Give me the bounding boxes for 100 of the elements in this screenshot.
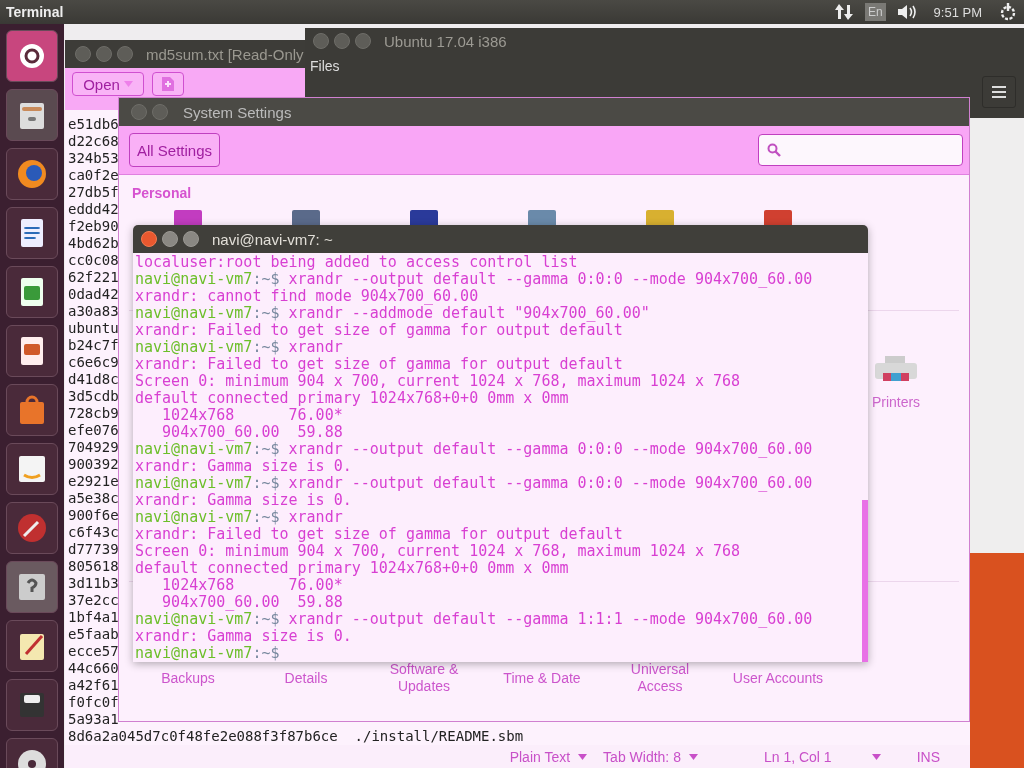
launcher-button[interactable]: [6, 325, 58, 377]
terminal-line: xrandr: cannot find mode 904x700_60.00: [135, 288, 479, 305]
terminal-line: navi@navi-vm7:~$ xrandr --output default --gamma 0:0:0 --mode 904x700_60.00: [135, 475, 813, 492]
cursor-position-selector[interactable]: Ln 1, Col 1: [755, 748, 889, 765]
text-line: cc0c08: [68, 252, 119, 269]
text-line: 37e2cc: [68, 592, 119, 609]
text-line: c6e6c9: [68, 354, 119, 371]
text-line: 1bf4a1: [68, 609, 119, 626]
launcher-button[interactable]: [6, 30, 58, 82]
text-line: f0fc0f: [68, 694, 119, 711]
new-document-icon: [160, 76, 176, 92]
power-icon[interactable]: [998, 2, 1018, 22]
menu-icon: [992, 86, 1006, 98]
insert-mode: INS: [915, 748, 941, 765]
launcher-button[interactable]: [6, 89, 58, 141]
window-title: Ubuntu 17.04 i386: [384, 32, 507, 50]
terminal-line: 1024x768 76.00*: [161, 407, 343, 424]
text-line: ecce57: [68, 643, 119, 660]
text-line: 704929: [68, 439, 119, 456]
window-title: md5sum.txt [Read-Only: [146, 45, 304, 63]
new-document-button[interactable]: [152, 72, 184, 96]
text-line: 3d11b3: [68, 575, 119, 592]
terminal-line: xrandr: Failed to get size of gamma for output default: [135, 356, 623, 373]
settings-item[interactable]: User Accounts: [730, 661, 826, 695]
launcher-button[interactable]: [6, 148, 58, 200]
text-line: b24c7f: [68, 337, 119, 354]
terminal-line: default connected primary 1024x768+0+0 0mm x 0mm: [135, 560, 569, 577]
text-line: 805618: [68, 558, 119, 575]
text-line: d22c68: [68, 133, 119, 150]
terminal-line: 1024x768 76.00*: [161, 577, 343, 594]
caret-icon: [688, 753, 698, 760]
scrollbar[interactable]: [862, 500, 868, 662]
launcher-button[interactable]: [6, 502, 58, 554]
text-line: ubuntu: [68, 320, 119, 337]
app-menu[interactable]: Files: [305, 52, 340, 74]
settings-item[interactable]: Universal Access: [612, 661, 708, 695]
text-line: efe076: [68, 422, 119, 439]
launcher-button[interactable]: [6, 443, 58, 495]
text-line: d41d8c: [68, 371, 119, 388]
terminal-line: navi@navi-vm7:~$: [135, 645, 280, 662]
terminal-line: xrandr: Gamma size is 0.: [135, 492, 352, 509]
text-line: eddd42: [68, 201, 119, 218]
text-line: 324b53: [68, 150, 119, 167]
terminal-line: navi@navi-vm7:~$ xrandr: [135, 339, 343, 356]
menu-button[interactable]: [982, 76, 1016, 108]
app-title: Terminal: [5, 4, 64, 20]
terminal-line: xrandr: Failed to get size of gamma for output default: [135, 526, 623, 543]
launcher-button[interactable]: [6, 207, 58, 259]
section-heading: Personal: [132, 185, 192, 202]
text-line: 8d6a2a045d7c0f48fe2e088f3f87b6ce ./install/README.sbm: [68, 728, 524, 745]
close-button[interactable]: [141, 231, 157, 247]
text-line: a42f61: [68, 677, 119, 694]
terminal-line: 904x700_60.00 59.88: [161, 424, 343, 441]
text-line: 27db5f: [68, 184, 119, 201]
launcher-button[interactable]: [6, 679, 58, 731]
terminal-line: xrandr: Gamma size is 0.: [135, 458, 352, 475]
text-line: d77739: [68, 541, 119, 558]
terminal-line: Screen 0: minimum 904 x 700, current 1024 x 768, maximum 1024 x 768: [135, 543, 741, 560]
language-selector[interactable]: Plain Text: [501, 748, 596, 765]
terminal-line: navi@navi-vm7:~$ xrandr --output default --gamma 0:0:0 --mode 904x700_60.00: [135, 271, 813, 288]
text-line: 5a93a1: [68, 711, 119, 728]
terminal-line: 904x700_60.00 59.88: [161, 594, 343, 611]
settings-item[interactable]: Details: [258, 661, 354, 695]
clock[interactable]: 9:51 PM: [933, 4, 982, 20]
search-field[interactable]: [758, 134, 963, 166]
terminal-line: localuser:root being added to access control list: [135, 254, 578, 271]
terminal-line: xrandr: Gamma size is 0.: [135, 628, 352, 645]
minimize-button[interactable]: [162, 231, 178, 247]
text-line: a30a83: [68, 303, 119, 320]
caret-icon: [123, 81, 133, 87]
text-line: a5e38c: [68, 490, 119, 507]
network-arrows-icon[interactable]: [832, 2, 855, 22]
maximize-button[interactable]: [183, 231, 199, 247]
text-line: 900392: [68, 456, 119, 473]
terminal-line: xrandr: Failed to get size of gamma for output default: [135, 322, 623, 339]
terminal-line: navi@navi-vm7:~$ xrandr --addmode default "904x700_60.00": [135, 305, 650, 322]
settings-item[interactable]: Software & Updates: [376, 661, 472, 695]
terminal-line: navi@navi-vm7:~$ xrandr --output default --gamma 0:0:0 --mode 904x700_60.00: [135, 441, 813, 458]
text-line: 728cb9: [68, 405, 119, 422]
all-settings-button[interactable]: All Settings: [129, 133, 221, 167]
text-line: 900f6e: [68, 507, 119, 524]
launcher-button[interactable]: [6, 266, 58, 318]
text-line: e51db6: [68, 116, 119, 133]
search-icon: [767, 143, 781, 157]
settings-item[interactable]: Time & Date: [494, 661, 590, 695]
text-line: f2eb90: [68, 218, 119, 235]
launcher-button[interactable]: [6, 561, 58, 613]
volume-icon[interactable]: [895, 3, 918, 21]
text-line: 0dad42: [68, 286, 119, 303]
printers-item[interactable]: Printers: [871, 355, 921, 411]
terminal-line: navi@navi-vm7:~$ xrandr: [135, 509, 343, 526]
window-title: navi@navi-vm7: ~: [212, 230, 333, 248]
settings-item[interactable]: Backups: [140, 661, 236, 695]
text-line: e2921e: [68, 473, 119, 490]
caret-icon: [578, 753, 588, 760]
launcher-button[interactable]: [6, 620, 58, 672]
open-button[interactable]: Open: [72, 72, 144, 96]
keyboard-layout-indicator[interactable]: En: [864, 3, 886, 21]
tab-width-selector[interactable]: Tab Width: 8: [595, 748, 706, 765]
text-line: 4bd62b: [68, 235, 119, 252]
